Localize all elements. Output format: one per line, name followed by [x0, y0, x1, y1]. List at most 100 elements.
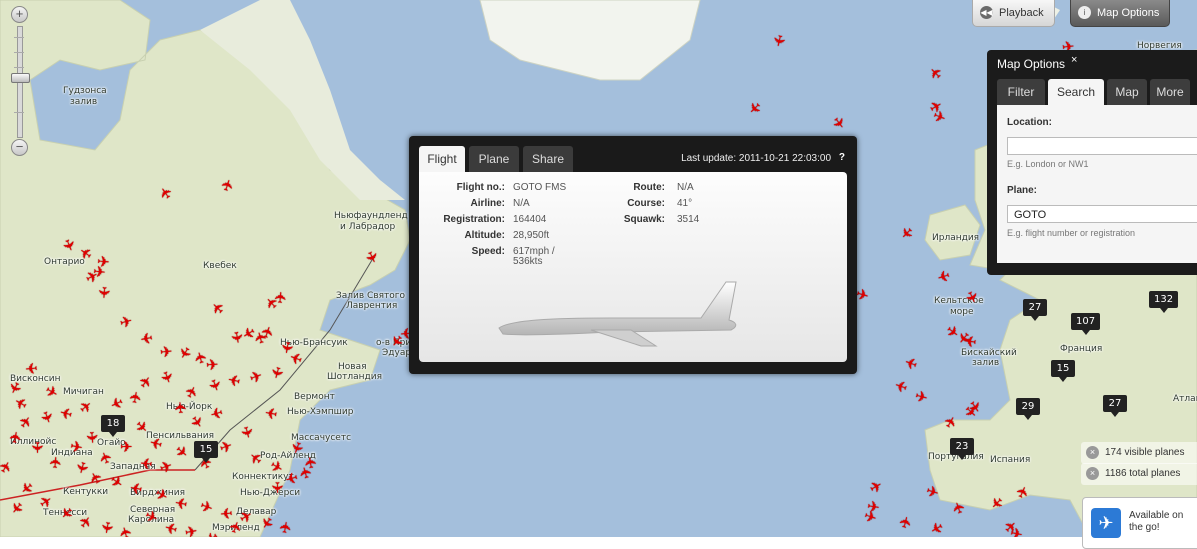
- airplane-icon[interactable]: ✈: [302, 455, 321, 470]
- field-label: Flight no.:: [456, 182, 505, 193]
- field-label: Course:: [627, 198, 665, 209]
- map-options-button[interactable]: i Map Options: [1070, 0, 1171, 27]
- airplane-icon[interactable]: ✈: [272, 290, 290, 304]
- airplane-icon[interactable]: ✈: [172, 400, 190, 414]
- zoom-handle[interactable]: [11, 72, 30, 83]
- playback-button[interactable]: ◀◀ Playback: [972, 0, 1055, 27]
- airplane-icon[interactable]: ✈: [174, 493, 189, 512]
- flight-info-popup: Flight Plane Share Last update: 2011-10-…: [409, 136, 857, 374]
- field-value: N/A: [513, 198, 530, 209]
- app-promo-banner[interactable]: ✈ Available on the go!: [1082, 497, 1197, 549]
- tab-share[interactable]: Share: [523, 146, 573, 172]
- plane-cluster-marker[interactable]: 23: [950, 438, 974, 460]
- airplane-icon[interactable]: ✈: [205, 357, 219, 375]
- map-label: залив: [70, 97, 98, 107]
- plane-cluster-marker[interactable]: 27: [1103, 395, 1127, 417]
- plane-cluster-marker[interactable]: 132: [1149, 291, 1179, 313]
- map-label: Мичиган: [63, 387, 104, 397]
- info-icon: i: [1078, 6, 1091, 19]
- close-icon[interactable]: ×: [1086, 467, 1099, 480]
- map-label: Кентукки: [63, 487, 109, 497]
- airplane-icon[interactable]: ✈: [94, 286, 112, 300]
- field-value: 536kts: [513, 256, 543, 267]
- airplane-icon[interactable]: ✈: [264, 403, 279, 422]
- zoom-in-button[interactable]: +: [11, 6, 28, 23]
- tab-more[interactable]: More: [1150, 79, 1190, 105]
- airplane-icon[interactable]: ✈: [97, 520, 116, 535]
- plane-cluster-marker[interactable]: 29: [1016, 398, 1040, 420]
- app-promo-text: Available on the go!: [1129, 510, 1184, 533]
- plane-cluster-marker[interactable]: 15: [194, 441, 218, 463]
- airplane-icon[interactable]: ✈: [963, 331, 978, 349]
- tab-map[interactable]: Map: [1107, 79, 1147, 105]
- map-label: море: [950, 307, 974, 317]
- tab-filter[interactable]: Filter: [997, 79, 1045, 105]
- airplane-icon[interactable]: ✈: [47, 455, 65, 469]
- airplane-icon[interactable]: ✈: [24, 358, 38, 376]
- airplane-icon[interactable]: ✈: [129, 478, 144, 497]
- airplane-icon[interactable]: ✈: [769, 32, 788, 48]
- airplane-icon[interactable]: ✈: [116, 524, 136, 537]
- plane-cluster-marker[interactable]: 107: [1071, 313, 1101, 335]
- field-value: 28,950ft: [513, 230, 550, 241]
- location-hint: E.g. London or NW1: [1007, 159, 1089, 169]
- map-label: Франция: [1060, 344, 1103, 354]
- plane-cluster-marker[interactable]: 15: [1051, 360, 1075, 382]
- search-panel: Location: E.g. London or NW1 Plane: GOTO…: [997, 105, 1197, 263]
- airplane-icon[interactable]: ✈: [69, 438, 84, 457]
- map-label: Испания: [990, 455, 1031, 465]
- plane-cluster-marker[interactable]: 18: [101, 415, 125, 437]
- tab-search[interactable]: Search: [1048, 79, 1104, 105]
- airplane-icon[interactable]: ✈: [120, 440, 133, 455]
- airplane-icon[interactable]: ✈: [184, 523, 199, 537]
- field-value: N/A: [677, 182, 694, 193]
- playback-label: Playback: [999, 7, 1044, 19]
- zoom-tick: [14, 67, 24, 68]
- map-label: Вермонт: [294, 392, 335, 402]
- airplane-icon[interactable]: ✈: [28, 441, 45, 454]
- airplane-icon[interactable]: ✈: [139, 328, 154, 347]
- airplane-icon[interactable]: ✈: [82, 430, 100, 444]
- airplane-icon[interactable]: ✈: [7, 430, 26, 445]
- plane-input[interactable]: GOTO: [1007, 205, 1197, 223]
- map-label: Лаврентия: [346, 301, 398, 311]
- field-label: Registration:: [443, 214, 505, 225]
- zoom-tick: [14, 37, 24, 38]
- airplane-icon[interactable]: ✈: [1008, 525, 1024, 537]
- tab-plane[interactable]: Plane: [469, 146, 519, 172]
- close-icon[interactable]: ×: [1071, 54, 1077, 66]
- airplane-icon[interactable]: ✈: [139, 453, 153, 471]
- map-label: Ирландия: [932, 233, 980, 243]
- field-label: Speed:: [471, 246, 505, 257]
- airplane-icon[interactable]: ✈: [127, 390, 146, 405]
- aircraft-silhouette-icon: [498, 281, 737, 347]
- plane-cluster-marker[interactable]: 27: [1023, 299, 1047, 321]
- location-input[interactable]: [1007, 137, 1197, 155]
- zoom-slider[interactable]: [11, 26, 30, 138]
- plane-label: Plane:: [1007, 185, 1038, 196]
- map-label: Нью-Хэмпшир: [287, 407, 354, 417]
- map-label: Гудзонса: [63, 86, 107, 96]
- airplane-icon[interactable]: ✈: [268, 481, 285, 494]
- map-label: и Лабрадор: [340, 222, 396, 232]
- last-update: Last update: 2011-10-21 22:03:00: [681, 153, 831, 164]
- close-icon[interactable]: ×: [1086, 446, 1099, 459]
- zoom-control: + −: [9, 6, 30, 156]
- map-label: Атлантический: [1173, 394, 1197, 404]
- flight-details: Flight no.: GOTO FMS Airline: N/A Registrati…: [419, 172, 847, 362]
- airplane-icon[interactable]: ✈: [159, 343, 173, 361]
- help-button[interactable]: ?: [839, 152, 845, 163]
- tab-flight[interactable]: Flight: [419, 146, 465, 172]
- field-label: Route:: [633, 182, 665, 193]
- plane-hint: E.g. flight number or registration: [1007, 228, 1136, 238]
- field-value: 164404: [513, 214, 547, 225]
- map-label: залив: [972, 358, 1000, 368]
- map-label: Шотландия: [327, 372, 383, 382]
- zoom-tick: [14, 52, 24, 53]
- visible-planes-stat: × 174 visible planes: [1081, 442, 1197, 464]
- location-label: Location:: [1007, 117, 1052, 128]
- zoom-out-button[interactable]: −: [11, 139, 28, 156]
- airplane-icon: ✈: [1091, 508, 1121, 538]
- field-value: 41°: [677, 198, 693, 209]
- airplane-icon[interactable]: ✈: [277, 520, 296, 535]
